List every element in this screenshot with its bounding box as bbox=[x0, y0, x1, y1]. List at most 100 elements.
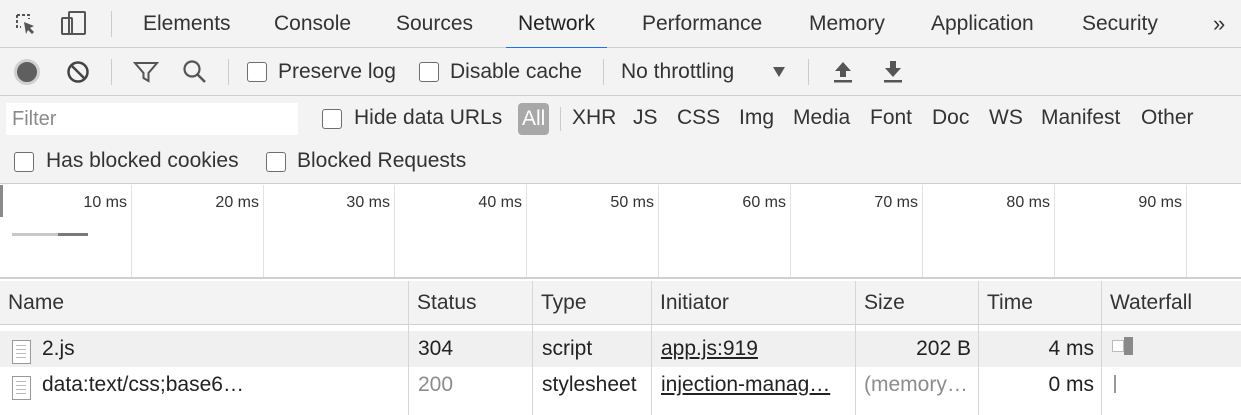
blocked-requests-checkbox[interactable] bbox=[266, 152, 286, 172]
separator bbox=[560, 107, 561, 131]
request-status: 304 bbox=[418, 337, 454, 360]
request-initiator-link[interactable]: injection-manag… bbox=[661, 367, 849, 403]
table-row[interactable]: data:text/css;base6… 200 stylesheet inje… bbox=[0, 367, 1241, 403]
column-header-type[interactable]: Type bbox=[533, 281, 587, 325]
filter-type-img[interactable]: Img bbox=[739, 106, 774, 130]
column-header-size[interactable]: Size bbox=[856, 281, 905, 325]
tick-line bbox=[131, 185, 132, 277]
file-icon bbox=[12, 376, 31, 400]
tick-line bbox=[394, 185, 395, 277]
waterfall-bar bbox=[1124, 337, 1133, 355]
hide-data-urls-checkbox[interactable] bbox=[322, 109, 342, 129]
request-time: 4 ms bbox=[1048, 337, 1094, 360]
column-header-name[interactable]: Name bbox=[0, 281, 64, 325]
table-row[interactable]: 2.js 304 script app.js:919 202 B 4 ms bbox=[0, 331, 1241, 367]
tick-label: 30 ms bbox=[346, 194, 390, 211]
tick-line bbox=[790, 185, 791, 277]
tab-application[interactable]: Application bbox=[931, 0, 1034, 48]
column-divider[interactable] bbox=[978, 281, 979, 415]
tab-security[interactable]: Security bbox=[1082, 0, 1158, 48]
request-name[interactable]: data:text/css;base6… bbox=[42, 367, 402, 403]
tab-performance[interactable]: Performance bbox=[642, 0, 762, 48]
blocked-requests-label: Blocked Requests bbox=[297, 149, 467, 172]
clear-icon[interactable] bbox=[66, 60, 90, 84]
tick-label: 60 ms bbox=[742, 194, 786, 211]
table-header: Name Status Type Initiator Size Time Wat… bbox=[0, 281, 1241, 325]
filter-input[interactable] bbox=[6, 103, 298, 135]
tab-sources[interactable]: Sources bbox=[396, 0, 473, 48]
filter-type-css[interactable]: CSS bbox=[677, 106, 720, 130]
waterfall-bar bbox=[1114, 375, 1116, 393]
tab-memory[interactable]: Memory bbox=[809, 0, 885, 48]
disable-cache-label: Disable cache bbox=[450, 60, 582, 83]
column-divider[interactable] bbox=[532, 281, 533, 415]
tab-console[interactable]: Console bbox=[274, 0, 351, 48]
device-toolbar-icon[interactable] bbox=[60, 10, 90, 38]
filter-type-ws[interactable]: WS bbox=[989, 106, 1023, 130]
request-size: 202 B bbox=[916, 337, 971, 360]
filter-type-manifest[interactable]: Manifest bbox=[1041, 106, 1120, 130]
overview-selection-handle[interactable] bbox=[0, 185, 3, 217]
column-header-initiator[interactable]: Initiator bbox=[652, 281, 729, 325]
tick-line bbox=[263, 185, 264, 277]
preserve-log-checkbox[interactable] bbox=[247, 62, 267, 82]
filter-icon[interactable] bbox=[132, 60, 160, 84]
request-type: stylesheet bbox=[542, 373, 637, 396]
separator bbox=[603, 59, 604, 85]
separator bbox=[111, 59, 112, 85]
tab-network[interactable]: Network bbox=[505, 0, 608, 49]
throttling-select[interactable]: No throttling bbox=[621, 60, 734, 84]
request-name[interactable]: 2.js bbox=[42, 331, 402, 367]
inspect-element-icon[interactable] bbox=[14, 12, 38, 36]
disable-cache-checkbox[interactable] bbox=[419, 62, 439, 82]
tick-label: 10 ms bbox=[83, 194, 127, 211]
search-icon[interactable] bbox=[182, 59, 208, 85]
file-icon bbox=[12, 340, 31, 364]
filter-type-js[interactable]: JS bbox=[633, 106, 658, 130]
column-header-waterfall[interactable]: Waterfall bbox=[1102, 281, 1192, 325]
tick-line bbox=[526, 185, 527, 277]
filter-type-other[interactable]: Other bbox=[1141, 106, 1194, 130]
column-header-time[interactable]: Time bbox=[979, 281, 1033, 325]
request-size: (memory… bbox=[864, 373, 968, 396]
separator bbox=[808, 59, 809, 85]
separator bbox=[228, 59, 229, 85]
filter-type-all[interactable]: All bbox=[518, 103, 550, 135]
chevron-down-icon[interactable] bbox=[773, 67, 785, 77]
column-divider[interactable] bbox=[408, 281, 409, 415]
request-time: 0 ms bbox=[1048, 373, 1094, 396]
column-divider[interactable] bbox=[1101, 281, 1102, 415]
tick-label: 50 ms bbox=[610, 194, 654, 211]
more-tabs-button[interactable]: » bbox=[1213, 0, 1225, 48]
tab-elements[interactable]: Elements bbox=[143, 0, 231, 48]
filter-type-font[interactable]: Font bbox=[870, 106, 912, 130]
filter-type-doc[interactable]: Doc bbox=[932, 106, 969, 130]
request-type: script bbox=[542, 337, 593, 360]
column-header-status[interactable]: Status bbox=[409, 281, 477, 325]
network-overview[interactable]: 10 ms 20 ms 30 ms 40 ms 50 ms 60 ms 70 m… bbox=[0, 185, 1241, 279]
export-har-icon[interactable] bbox=[882, 59, 904, 85]
separator bbox=[111, 11, 112, 37]
column-divider[interactable] bbox=[855, 281, 856, 415]
network-toolbar: Preserve log Disable cache No throttling bbox=[0, 48, 1241, 96]
tick-label: 90 ms bbox=[1138, 194, 1182, 211]
filter-type-xhr[interactable]: XHR bbox=[572, 106, 616, 130]
has-blocked-cookies-label: Has blocked cookies bbox=[46, 149, 239, 172]
record-icon[interactable] bbox=[14, 59, 40, 85]
filter-type-media[interactable]: Media bbox=[793, 106, 850, 130]
overview-request-bar bbox=[58, 233, 88, 236]
request-status: 200 bbox=[418, 373, 454, 396]
waterfall-bar bbox=[1112, 340, 1124, 352]
tick-line bbox=[1186, 185, 1187, 277]
tick-label: 40 ms bbox=[478, 194, 522, 211]
hide-data-urls-label: Hide data URLs bbox=[354, 106, 503, 129]
import-har-icon[interactable] bbox=[832, 59, 854, 85]
tick-label: 80 ms bbox=[1006, 194, 1050, 211]
tick-line bbox=[922, 185, 923, 277]
has-blocked-cookies-checkbox[interactable] bbox=[14, 152, 34, 172]
tick-label: 20 ms bbox=[215, 194, 259, 211]
request-initiator-link[interactable]: app.js:919 bbox=[661, 331, 849, 367]
devtools-tabbar: Elements Console Sources Network Perform… bbox=[0, 0, 1241, 49]
column-divider[interactable] bbox=[651, 281, 652, 415]
tick-label: 70 ms bbox=[874, 194, 918, 211]
